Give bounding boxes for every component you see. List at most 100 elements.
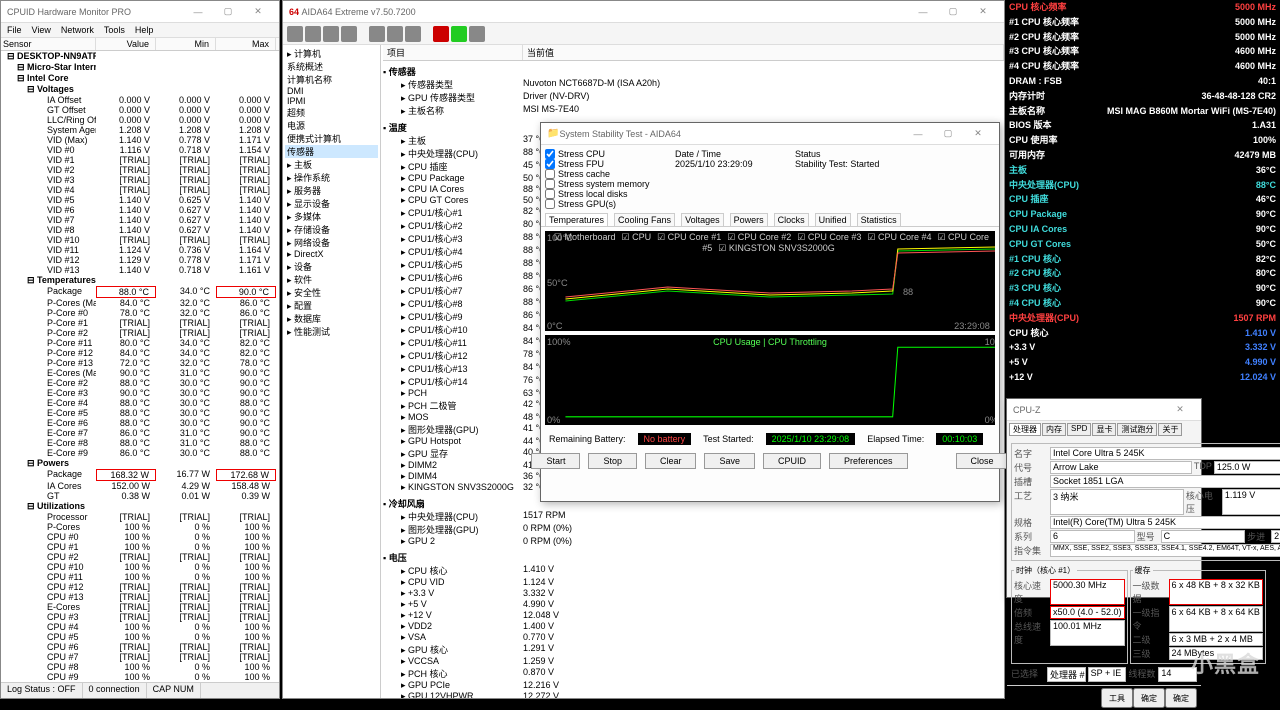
cpuz-tab[interactable]: 显卡 [1092,423,1116,436]
max-icon[interactable]: ▢ [213,6,243,17]
toolbar-icon[interactable] [341,26,357,42]
tree-item[interactable]: ▸ 配置 [285,299,378,312]
col-field[interactable]: 项目 [383,45,523,60]
cpuz-dialog: CPU-Z✕ 处理器内存SPD显卡测试跑分关于 intelCOREULTRA 5… [1006,398,1202,598]
min-icon[interactable]: — [183,7,213,17]
tree-item[interactable]: IPMI [285,96,378,106]
close-icon[interactable]: ✕ [968,6,998,17]
stress-checkbox[interactable]: Stress cache [545,169,675,179]
cpu-group: intelCOREULTRA 5 名字Intel Core Ultra 5 24… [1011,443,1280,561]
cpuz-tab[interactable]: 内存 [1042,423,1066,436]
validate-button[interactable]: 确定 [1133,688,1165,708]
aida-titlebar[interactable]: 64 AIDA64 Extreme v7.50.7200 — ▢ ✕ [283,1,1004,23]
menu-file[interactable]: File [7,25,22,35]
tree-item[interactable]: ▸ 服务器 [285,184,378,197]
toolbar-icon[interactable] [369,26,385,42]
cpuz-tab[interactable]: 关于 [1158,423,1182,436]
col-min[interactable]: Min [156,38,216,50]
close-icon[interactable]: ✕ [243,6,273,17]
tree-item[interactable]: ▸ 主板 [285,158,378,171]
osd-row: +3.3 V3.332 V [1005,340,1280,355]
close-button[interactable]: Close [956,453,1009,469]
tree-item[interactable]: ▸ 软件 [285,273,378,286]
tree-item[interactable]: 超频 [285,106,378,119]
tree-item[interactable]: ▸ 存储设备 [285,223,378,236]
tree-item[interactable]: DMI [285,86,378,96]
toolbar-icon[interactable] [323,26,339,42]
tree-item[interactable]: 传感器 [285,145,378,158]
stress-checkbox[interactable]: Stress system memory [545,179,675,189]
aida-nav-tree[interactable]: ▸ 计算机 系统概述 计算机名称 DMI IPMI 超频 电源 便携式计算机 传… [283,45,381,698]
tab-powers[interactable]: Powers [730,213,768,226]
toolbar-icon[interactable] [387,26,403,42]
max-icon[interactable]: ▢ [933,128,963,139]
stab-titlebar[interactable]: 📁 System Stability Test - AIDA64 — ▢ ✕ [541,123,999,145]
stress-checkbox[interactable]: Stress FPU [545,159,675,169]
save-button[interactable]: Save [704,453,755,469]
cpu-selector[interactable]: 处理器 #1 [1047,667,1086,682]
menu-tools[interactable]: Tools [104,25,125,35]
max-icon[interactable]: ▢ [938,6,968,17]
tree-item[interactable]: ▸ 网络设备 [285,236,378,249]
hwm-tree[interactable]: ⊟ DESKTOP-NN9ATPS (192...)⊟ Micro-Star I… [1,51,279,691]
tree-item[interactable]: 电源 [285,119,378,132]
refresh-icon[interactable] [451,26,467,42]
menu-view[interactable]: View [32,25,51,35]
close-icon[interactable]: ✕ [963,128,993,139]
tab-temperatures[interactable]: Temperatures [545,213,608,226]
ok-button[interactable]: 确定 [1165,688,1197,708]
tab-unified[interactable]: Unified [815,213,851,226]
col-max[interactable]: Max [216,38,276,50]
start-button[interactable]: Start [531,453,580,469]
clear-button[interactable]: Clear [645,453,697,469]
stress-checkbox[interactable]: Stress CPU [545,149,675,159]
min-icon[interactable]: — [903,129,933,139]
col-value[interactable]: Value [96,38,156,50]
stop-button[interactable]: Stop [588,453,637,469]
cpuz-tab[interactable]: 测试跑分 [1117,423,1157,436]
osd-row: 主板名称MSI MAG B860M Mortar WiFi (MS-7E40) [1005,104,1280,119]
cpuz-tab[interactable]: 处理器 [1009,423,1041,436]
tree-item[interactable]: 计算机名称 [285,73,378,86]
col-value[interactable]: 当前值 [523,45,1004,60]
menu-help[interactable]: Help [135,25,154,35]
tree-item[interactable]: ▸ 安全性 [285,286,378,299]
tools-button[interactable]: 工具 [1101,688,1133,708]
col-sensor[interactable]: Sensor [1,38,96,50]
bios-icon[interactable] [433,26,449,42]
menu-network[interactable]: Network [61,25,94,35]
tab-cooling fans[interactable]: Cooling Fans [614,213,675,226]
tab-statistics[interactable]: Statistics [857,213,901,226]
osd-row: CPU Package90°C [1005,207,1280,222]
stab-tabs: Temperatures Cooling Fans Voltages Powers Cl… [541,213,999,227]
tree-item[interactable]: ▸ 操作系统 [285,171,378,184]
cpuz-tab[interactable]: SPD [1067,423,1091,436]
preferences-button[interactable]: Preferences [829,453,908,469]
close-icon[interactable]: ✕ [1165,404,1195,415]
toolbar-icon[interactable] [405,26,421,42]
toolbar-icon[interactable] [287,26,303,42]
tree-item[interactable]: ▸ 显示设备 [285,197,378,210]
toolbar-icon[interactable] [469,26,485,42]
stress-checkbox[interactable]: Stress GPU(s) [545,199,675,209]
osd-row: CPU 使用率100% [1005,133,1280,148]
osd-row: 中央处理器(CPU)88°C [1005,178,1280,193]
cpuid-button[interactable]: CPUID [763,453,821,469]
temp-graph: ☑ Motherboard☑ CPU☑ CPU Core #1☑ CPU Cor… [545,231,995,331]
min-icon[interactable]: — [908,7,938,17]
hwm-titlebar[interactable]: CPUID Hardware Monitor PRO — ▢ ✕ [1,1,279,23]
svg-text:0%: 0% [547,415,560,425]
tree-item[interactable]: ▸ DirectX [285,249,378,260]
tab-clocks[interactable]: Clocks [774,213,809,226]
tree-item[interactable]: ▸ 性能测试 [285,325,378,338]
stress-checkbox[interactable]: Stress local disks [545,189,675,199]
tree-item[interactable]: ▸ 多媒体 [285,210,378,223]
tree-item[interactable]: ▸ 数据库 [285,312,378,325]
tree-item[interactable]: ▸ 设备 [285,260,378,273]
tree-item[interactable]: ▸ 计算机 [285,47,378,60]
tree-item[interactable]: 系统概述 [285,60,378,73]
toolbar-icon[interactable] [305,26,321,42]
hwm-menu: File View Network Tools Help [1,23,279,38]
tab-voltages[interactable]: Voltages [681,213,724,226]
tree-item[interactable]: 便携式计算机 [285,132,378,145]
